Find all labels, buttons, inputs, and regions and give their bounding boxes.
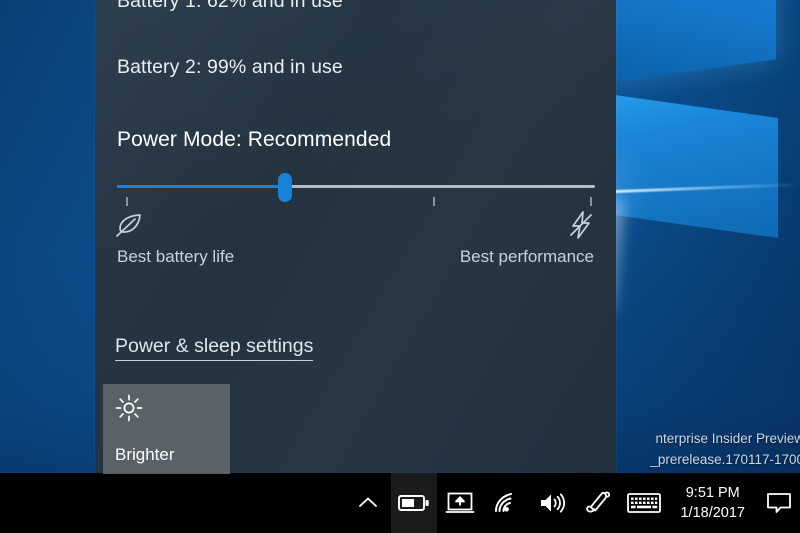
slider-thumb[interactable] <box>278 173 292 202</box>
monitor-upload-icon <box>446 492 475 513</box>
slider-tick-better-performance <box>433 197 435 206</box>
battery-power-flyout: Battery 1: 62% and in use Battery 2: 99%… <box>95 0 616 474</box>
show-hidden-icons-chevron[interactable] <box>345 473 391 533</box>
power-and-sleep-settings-link[interactable]: Power & sleep settings <box>115 335 314 361</box>
battery-icon <box>398 495 430 511</box>
touch-keyboard-tray-icon[interactable] <box>621 473 667 533</box>
speaker-icon <box>541 493 566 513</box>
lightning-bolt-icon <box>568 210 594 240</box>
battery-1-status: Battery 1: 62% and in use <box>117 0 343 12</box>
battery-2-status: Battery 2: 99% and in use <box>117 56 343 78</box>
network-tray-icon[interactable] <box>483 473 529 533</box>
action-center-button[interactable] <box>758 473 800 533</box>
clock-date: 1/18/2017 <box>680 505 745 521</box>
project-display-tray-icon[interactable] <box>437 473 483 533</box>
taskbar: 9:51 PM 1/18/2017 <box>0 473 800 533</box>
brightness-quick-action-tile[interactable]: Brighter <box>103 384 230 474</box>
slider-fill <box>117 185 285 188</box>
slider-tick-best-performance <box>590 197 592 206</box>
watermark-line-1: nterprise Insider Preview <box>655 431 800 446</box>
windows-ink-tray-icon[interactable] <box>575 473 621 533</box>
watermark-line-2: _prerelease.170117-1700 <box>650 452 800 467</box>
insider-preview-watermark: nterprise Insider Preview _prerelease.17… <box>650 428 800 470</box>
wifi-icon <box>495 493 513 512</box>
brightness-sun-icon <box>115 394 143 422</box>
slider-tick-battery-saver <box>126 197 128 206</box>
speech-bubble-icon <box>767 493 791 513</box>
brightness-tile-label: Brighter <box>115 445 175 464</box>
best-performance-label: Best performance <box>459 247 594 266</box>
clock-time: 9:51 PM <box>685 485 740 501</box>
taskbar-clock[interactable]: 9:51 PM 1/18/2017 <box>667 473 758 533</box>
system-tray: 9:51 PM 1/18/2017 <box>345 473 800 533</box>
power-mode-title: Power Mode: Recommended <box>117 128 392 151</box>
power-mode-slider[interactable] <box>117 173 595 209</box>
volume-tray-icon[interactable] <box>529 473 575 533</box>
battery-tray-icon[interactable] <box>391 473 438 533</box>
best-battery-life-label: Best battery life <box>117 247 235 266</box>
keyboard-icon <box>627 493 662 513</box>
chevron-up-icon <box>359 497 378 507</box>
leaf-icon <box>115 212 145 238</box>
pen-icon <box>586 491 611 513</box>
